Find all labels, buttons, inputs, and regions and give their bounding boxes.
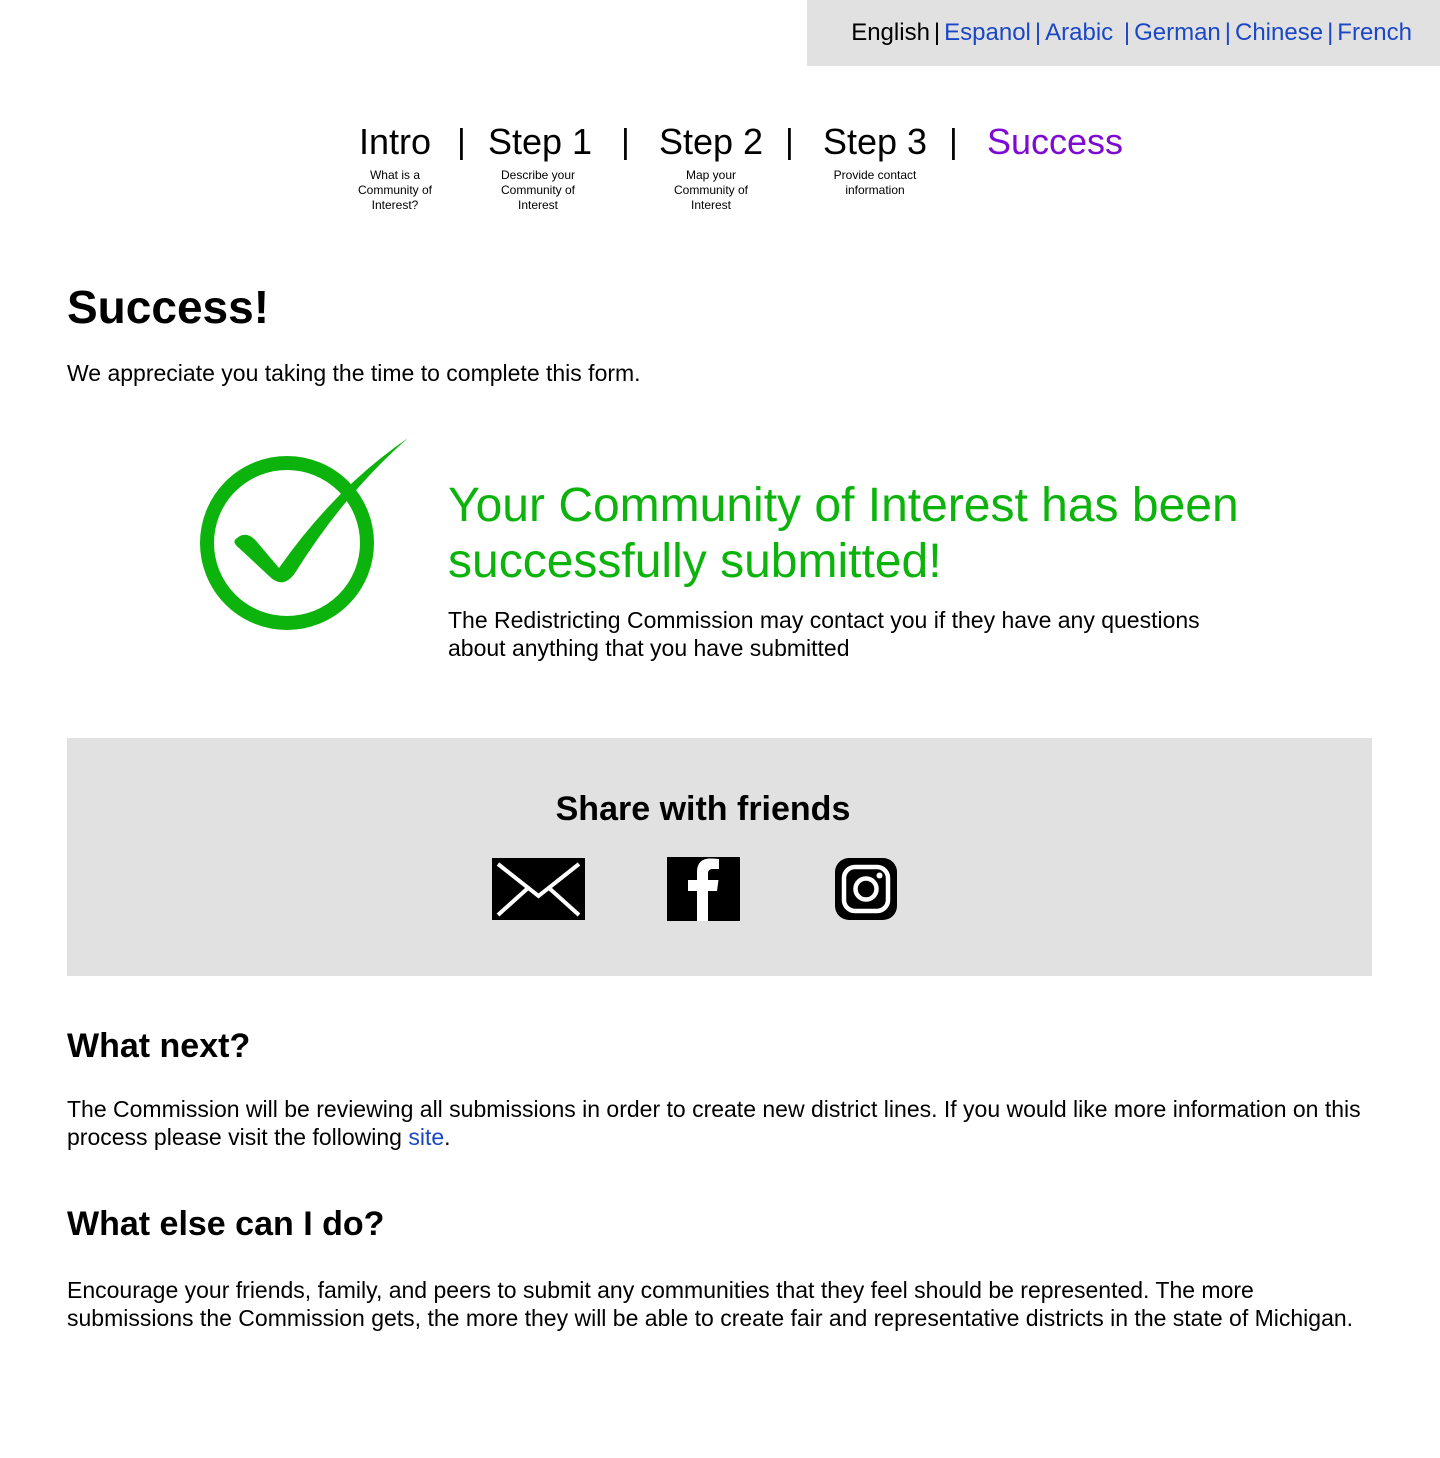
language-link-french[interactable]: French bbox=[1337, 19, 1412, 46]
language-link-german[interactable]: German bbox=[1134, 19, 1221, 46]
step-success[interactable]: Success bbox=[980, 120, 1130, 164]
mail-icon[interactable] bbox=[492, 858, 585, 920]
step-2[interactable]: Step 2 Map your Community of Interest bbox=[652, 120, 770, 213]
language-separator: | bbox=[1224, 19, 1231, 46]
language-current: English bbox=[851, 19, 930, 46]
confirmation-heading: Your Community of Interest has been succ… bbox=[448, 479, 1239, 588]
language-bar: English | Espanol | Arabic | German | Chinese | F… bbox=[807, 0, 1440, 66]
step-title[interactable]: Step 3 bbox=[816, 120, 934, 164]
step-divider: | bbox=[621, 123, 630, 161]
step-title-active[interactable]: Success bbox=[980, 120, 1130, 164]
step-subtitle: Map your Community of Interest bbox=[673, 168, 749, 212]
step-subtitle: Describe your Community of Interest bbox=[500, 168, 576, 212]
language-separator: | bbox=[1123, 19, 1131, 46]
checkmark-icon bbox=[200, 438, 408, 630]
language-separator: | bbox=[1327, 19, 1334, 46]
what-next-heading: What next? bbox=[67, 1027, 251, 1065]
step-subtitle: Provide contact information bbox=[833, 168, 917, 197]
what-else-text: Encourage your friends, family, and peer… bbox=[67, 1277, 1354, 1331]
what-next-text: The Commission will be reviewing all sub… bbox=[67, 1095, 1367, 1151]
language-link-chinese[interactable]: Chinese bbox=[1235, 19, 1323, 46]
step-divider: | bbox=[457, 123, 466, 161]
step-navigation: Intro What is a Community of Interest? |… bbox=[0, 120, 1440, 230]
intro-text: We appreciate you taking the time to com… bbox=[67, 360, 641, 386]
step-1[interactable]: Step 1 Describe your Community of Intere… bbox=[488, 120, 592, 213]
site-link[interactable]: site bbox=[408, 1124, 444, 1150]
language-list: English | Espanol | Arabic | German | Chinese | F… bbox=[851, 17, 1412, 49]
instagram-icon[interactable] bbox=[835, 858, 897, 920]
language-link-espanol[interactable]: Espanol bbox=[944, 19, 1031, 46]
language-link-arabic[interactable]: Arabic bbox=[1045, 19, 1113, 46]
step-subtitle: What is a Community of Interest? bbox=[357, 168, 433, 212]
confirmation-text: The Redistricting Commission may contact… bbox=[448, 607, 1200, 661]
step-divider: | bbox=[785, 123, 794, 161]
step-3[interactable]: Step 3 Provide contact information bbox=[816, 120, 934, 198]
language-separator: | bbox=[933, 19, 941, 46]
what-else-heading: What else can I do? bbox=[67, 1205, 385, 1243]
step-divider: | bbox=[949, 123, 958, 161]
share-panel: Share with friends bbox=[67, 738, 1372, 976]
what-next-text-end: . bbox=[444, 1124, 451, 1150]
share-heading: Share with friends bbox=[555, 790, 851, 828]
step-title[interactable]: Step 2 bbox=[652, 120, 770, 164]
language-separator: | bbox=[1034, 19, 1042, 46]
what-next-text-start: The Commission will be reviewing all sub… bbox=[67, 1096, 1361, 1150]
page-title: Success! bbox=[67, 281, 270, 333]
step-title[interactable]: Intro bbox=[345, 120, 445, 164]
step-title[interactable]: Step 1 bbox=[488, 120, 592, 164]
facebook-icon[interactable] bbox=[667, 857, 740, 921]
step-intro[interactable]: Intro What is a Community of Interest? bbox=[345, 120, 445, 213]
